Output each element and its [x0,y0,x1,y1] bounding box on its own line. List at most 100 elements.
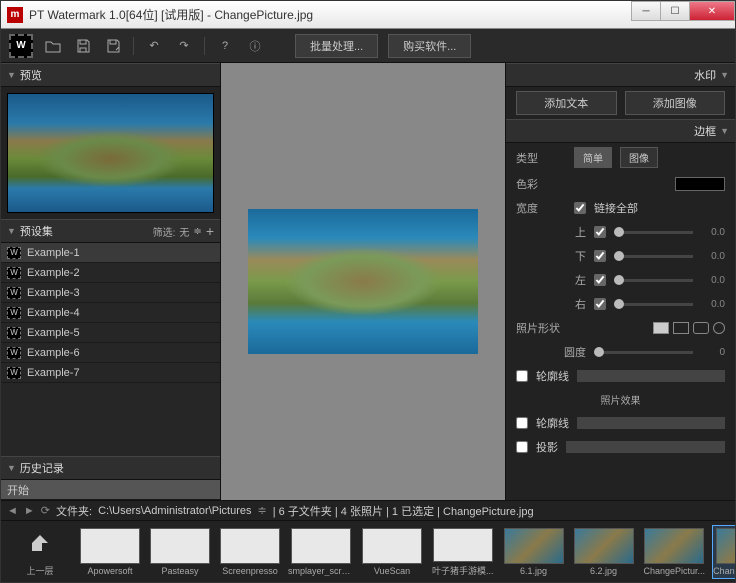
refresh-icon[interactable]: ⟳ [41,504,50,517]
path-value[interactable]: C:\Users\Administrator\Pictures [98,505,251,517]
shape-rounded[interactable] [693,322,709,334]
side-checkbox[interactable] [594,250,606,262]
preset-panel-header[interactable]: ▼ 预设集 筛选: 无 ≑ + [1,219,220,243]
film-item[interactable]: 6.1.jpg [501,525,567,579]
film-item[interactable]: ChangePictur... [641,525,709,579]
color-swatch[interactable] [675,177,725,191]
history-item[interactable]: 开始 [1,480,220,500]
effects-label: 照片效果 [506,388,735,411]
film-name: ChangePictur... [644,566,706,576]
filter-value[interactable]: 无 [179,224,189,239]
help-icon[interactable]: ? [215,36,235,56]
watermark-panel-header[interactable]: 水印 ▼ [506,63,735,87]
type-tab-image[interactable]: 图像 [620,147,658,168]
add-text-button[interactable]: 添加文本 [516,91,617,115]
nav-back-icon[interactable]: ◄ [7,505,18,517]
shape-circle[interactable] [713,322,725,334]
side-slider[interactable] [614,231,693,234]
nav-fwd-icon[interactable]: ► [24,505,35,517]
link-all-label: 链接全部 [594,200,638,216]
border-label: 边框 [512,123,716,139]
film-name: Apowersoft [87,566,132,576]
film-name: 叶子猪手游模... [432,564,494,576]
preset-item[interactable]: W Example-4 [1,303,220,323]
shadow-checkbox[interactable] [516,441,528,453]
preview-panel-header[interactable]: ▼ 预览 [1,63,220,87]
film-item[interactable]: smplayer_scre... [287,525,355,579]
watermark-label: 水印 [512,67,716,83]
preset-item[interactable]: WExample-3 [1,283,220,303]
roundness-slider[interactable] [594,351,693,354]
shape-rect[interactable] [673,322,689,334]
add-image-button[interactable]: 添加图像 [625,91,726,115]
preview-thumbnail[interactable] [7,93,214,213]
titlebar: m PT Watermark 1.0[64位] [试用版] - ChangePi… [1,1,735,29]
width-label: 宽度 [516,200,566,216]
film-item[interactable]: ChangePicture... [712,525,735,579]
filter-dropdown-icon[interactable]: ≑ [193,226,201,237]
side-checkbox[interactable] [594,226,606,238]
preset-item[interactable]: WExample-2 [1,263,220,283]
preset-item[interactable]: W Example-5 [1,323,220,343]
roundness-label: 圆度 [516,344,586,360]
preset-name: Example-7 [27,367,80,379]
film-name: 6.2.jpg [590,566,617,576]
link-all-checkbox[interactable] [574,202,586,214]
preset-name: Example-4 [27,307,80,319]
film-item[interactable]: Pasteasy [147,525,213,579]
open-icon[interactable] [43,36,63,56]
side-label: 下 [516,248,586,264]
preset-name: Example-5 [27,327,80,339]
buy-button[interactable]: 购买软件... [388,34,471,58]
side-checkbox[interactable] [594,274,606,286]
film-item[interactable]: 上一层 [7,525,73,579]
close-button[interactable]: ✕ [689,1,735,21]
chevron-down-icon: ▼ [7,70,16,80]
type-tab-simple[interactable]: 简单 [574,147,612,168]
save-icon[interactable] [73,36,93,56]
shape-rect-filled[interactable] [653,322,669,334]
outline1-checkbox[interactable] [516,370,528,382]
redo-icon[interactable]: ↷ [174,36,194,56]
preset-item[interactable]: W Example-7 [1,363,220,383]
film-item[interactable]: Screenpresso [217,525,283,579]
canvas-area[interactable] [221,63,505,500]
film-item[interactable]: 6.2.jpg [571,525,637,579]
separator [204,37,205,55]
side-slider[interactable] [614,255,693,258]
history-panel-header[interactable]: ▼ 历史记录 [1,456,220,480]
info-icon[interactable]: ⓘ [245,36,265,56]
preset-name: Example-1 [27,247,80,259]
type-label: 类型 [516,150,566,166]
preset-icon: W [7,367,21,379]
film-name: Pasteasy [161,566,198,576]
image-thumbnail [644,528,704,564]
preset-item[interactable]: WExample-6 [1,343,220,363]
outline2-checkbox[interactable] [516,417,528,429]
path-dropdown-icon[interactable]: ≑ [258,504,267,517]
outline1-label: 轮廓线 [536,368,569,384]
main-image[interactable] [248,209,478,354]
batch-button[interactable]: 批量处理... [295,34,378,58]
side-slider[interactable] [614,279,693,282]
preset-item[interactable]: WExample-1 [1,243,220,263]
shadow-label: 投影 [536,439,558,455]
disabled-field [566,441,725,453]
side-slider[interactable] [614,303,693,306]
minimize-button[interactable]: ─ [631,1,661,21]
save-as-icon[interactable] [103,36,123,56]
maximize-button[interactable]: ☐ [660,1,690,21]
roundness-value: 0 [701,347,725,358]
side-checkbox[interactable] [594,298,606,310]
undo-icon[interactable]: ↶ [144,36,164,56]
film-item[interactable]: VueScan [359,525,425,579]
border-panel-header[interactable]: 边框 ▼ [506,119,735,143]
preset-icon: W [7,327,21,339]
disabled-field [577,370,725,382]
preset-icon: W [7,267,21,279]
add-preset-icon[interactable]: + [206,223,214,239]
preset-icon: W [7,307,21,319]
film-item[interactable]: 叶子猪手游模... [429,525,497,579]
film-item[interactable]: Apowersoft [77,525,143,579]
side-value: 0.0 [701,275,725,286]
